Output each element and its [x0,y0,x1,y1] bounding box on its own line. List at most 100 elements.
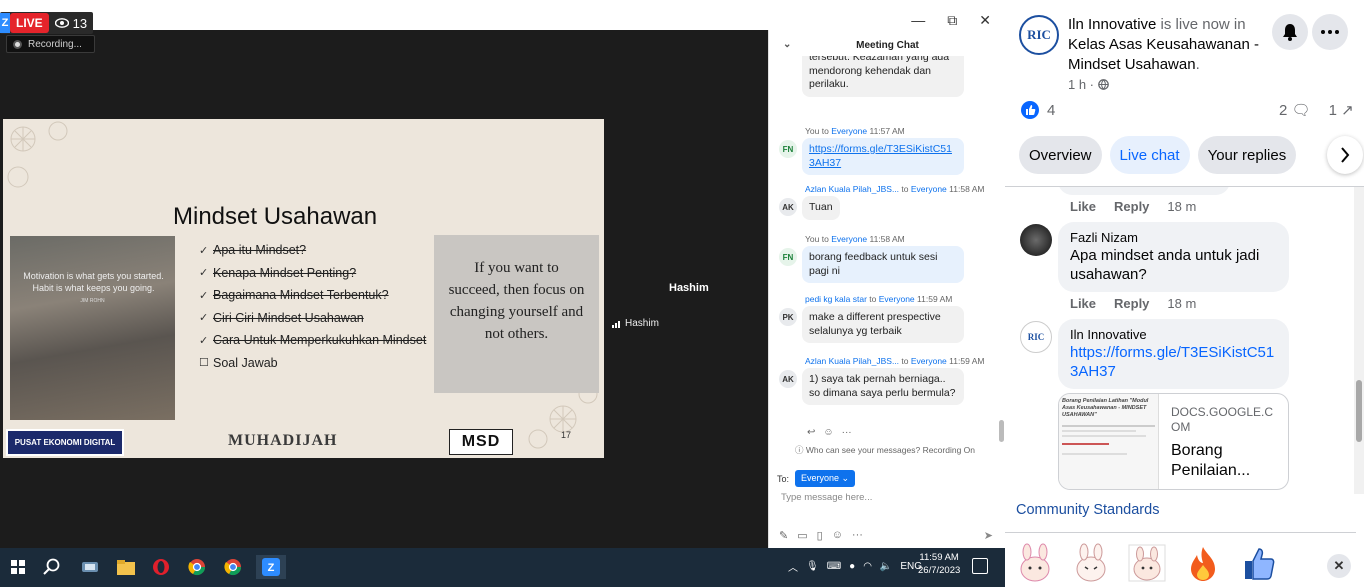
wifi-icon[interactable]: ◠ [863,561,872,572]
comment-age: 18 m [1167,296,1197,311]
fire-sticker-icon[interactable] [1183,543,1223,583]
clock-date: 26/7/2023 [918,565,961,576]
agenda-item: ✓ Kenapa Mindset Penting? [199,262,426,285]
check-icon: ✓ [199,244,209,257]
chat-bubble: https://forms.gle/T3ESiKistC513AH37 [802,138,964,175]
share-icon: ↗ [1341,102,1354,119]
to-label: To: [777,473,790,484]
share-count[interactable]: 1 ↗ [1329,101,1354,119]
page-name-link[interactable]: Iln Innovative [1068,16,1156,33]
like-action[interactable]: Like [1070,296,1096,311]
share-count-value: 1 [1328,102,1337,119]
zoom-taskbar-icon[interactable]: Z [256,555,286,579]
slide-quote-box: If you want to succeed, then focus on ch… [434,235,599,393]
windows-start-icon[interactable] [6,555,30,579]
photo-quote: Motivation is what gets you started. Hab… [23,271,164,293]
bunny-sticker-icon[interactable] [1015,543,1055,583]
slide-photo: Motivation is what gets you started. Hab… [10,236,175,420]
bunny-sticker-icon[interactable] [1127,543,1167,583]
chat-bubble: make a different prespective selalunya y… [802,306,964,343]
opera-icon[interactable] [149,555,173,579]
comments-scrollbar[interactable] [1354,187,1364,494]
thumbs-up-sticker-icon[interactable] [1239,543,1279,583]
chat-bubble: 1) saya tak pernah berniaga.. so dimana … [802,368,964,405]
chat-recipient: Everyone [878,294,915,304]
tab-your-replies[interactable]: Your replies [1197,136,1297,174]
format-icon[interactable]: ✎ [779,529,788,542]
commenter-avatar[interactable] [1020,224,1052,256]
scrollbar-thumb[interactable] [1356,380,1362,442]
task-view-icon[interactable] [78,555,102,579]
commenter-avatar[interactable]: RIC [1020,321,1052,353]
more-icon[interactable]: ··· [852,529,863,542]
post-age[interactable]: 1 h · [1068,77,1109,92]
page-avatar[interactable]: RIC [1019,15,1059,55]
live-badge[interactable]: LIVE [10,13,49,33]
like-action[interactable]: Like [1070,199,1096,214]
notification-icon[interactable] [972,558,988,574]
post-headline: Iln Innovative is live now in Kelas Asas… [1068,16,1259,73]
window-controls: — ⧉ ✕ [769,12,1005,29]
file-icon[interactable]: ▯ [817,529,823,542]
taskbar-clock[interactable]: 11:59 AM 26/7/2023 [918,551,960,577]
recipient-select[interactable]: Everyone ⌄ [795,470,856,487]
reaction-summary[interactable]: 4 [1021,101,1055,119]
slide-quote: If you want to succeed, then focus on ch… [448,260,585,342]
close-button[interactable]: ✕ [979,12,991,29]
search-icon[interactable] [40,555,64,579]
agenda-item: ✓ Bagaimana Mindset Terbentuk? [199,284,426,307]
comment-link[interactable]: https://forms.gle/T3ESiKistC513AH37 [1070,344,1274,380]
comment-author[interactable]: Iln Innovative [1070,327,1277,342]
community-standards-link[interactable]: Community Standards [1016,502,1159,518]
chat-title: Meeting Chat [856,39,919,51]
chat-visibility-note[interactable]: ⓘ Who can see your messages? Recording O… [795,444,975,456]
restore-button[interactable]: ⧉ [947,12,957,29]
norton-icon[interactable]: ● [849,561,855,572]
chevron-right-icon[interactable] [1327,136,1363,174]
microphone-icon[interactable]: 🎙 [806,561,819,572]
comment-count[interactable]: 2 🗨 [1279,101,1311,119]
participant-name: Hashim [669,282,709,294]
recording-badge[interactable]: Recording... [6,35,95,53]
comment-actions: Like Reply 18 m [1070,199,1196,214]
chat-link[interactable]: https://forms.gle/T3ESiKistC513AH37 [809,143,952,169]
chat-message-list: tersebut. Keazaman yang ada mendorong ke… [769,56,999,444]
reply-action[interactable]: Reply [1114,199,1149,214]
chat-text: Tuan [809,201,833,213]
code-icon[interactable]: ▭ [797,529,807,542]
minimize-button[interactable]: — [911,12,925,29]
event-name-link[interactable]: Kelas Asas Keusahawanan - Mindset Usahaw… [1068,36,1259,73]
slide-title: Mindset Usahawan [173,203,378,230]
volume-icon[interactable]: 🔈 [880,561,892,572]
chrome-icon[interactable] [185,555,209,579]
live-text: is live now in [1156,16,1246,33]
chat-recipient-row: To: Everyone ⌄ [777,470,856,487]
close-icon[interactable]: ✕ [1327,554,1351,578]
agenda-item: ✓ Ciri Ciri Mindset Usahawan [199,307,426,330]
link-preview-card[interactable]: Borang Penilaian Latihan "Modul Asas Keu… [1058,393,1289,490]
reply-icon[interactable]: ↩ [807,427,815,438]
chrome-icon[interactable] [221,555,245,579]
tab-overview[interactable]: Overview [1019,136,1102,174]
ime-icon[interactable]: ⌨ [827,561,841,572]
notification-bell-button[interactable] [1272,14,1308,50]
more-icon[interactable]: ··· [842,427,852,438]
reply-action[interactable]: Reply [1114,296,1149,311]
tab-live-chat[interactable]: Live chat [1109,136,1190,174]
pusat-ekonomi-digital-logo: PUSAT EKONOMI DIGITAL [6,429,124,456]
emoji-icon[interactable]: ☺ [832,529,843,542]
chat-input[interactable]: Type message here... [781,492,872,503]
chevron-up-icon[interactable]: ︿ [788,559,798,574]
post-age-text: 1 h · [1068,77,1095,92]
chat-sender: You [805,126,820,136]
chat-scrollbar[interactable] [999,420,1004,442]
send-icon[interactable]: ➤ [984,529,993,542]
more-options-button[interactable] [1312,14,1348,50]
emoji-icon[interactable]: ☺ [823,427,833,438]
comment-author[interactable]: Fazli Nizam [1070,230,1277,245]
facebook-panel: RIC Iln Innovative is live now in Kelas … [1005,0,1364,587]
chevron-down-icon[interactable]: ⌄ [783,39,791,50]
file-explorer-icon[interactable] [114,555,138,579]
chat-sender: You [805,234,820,244]
bunny-sticker-icon[interactable] [1071,543,1111,583]
